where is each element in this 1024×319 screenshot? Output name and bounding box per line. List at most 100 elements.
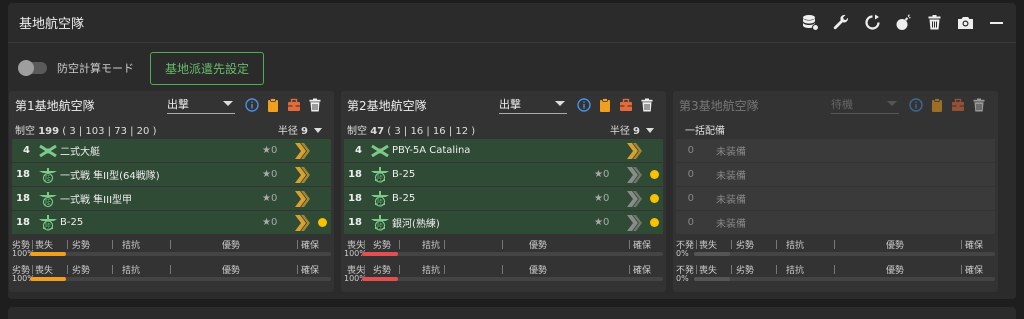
air-state-label: 劣勢: [736, 241, 755, 251]
squadron-slot[interactable]: 0 未装備: [676, 211, 995, 234]
svg-text:陸: 陸: [45, 198, 51, 206]
tick: [731, 265, 732, 274]
tick: [834, 265, 835, 274]
squadron-slot[interactable]: 18 陸 B-25 ★0: [344, 187, 663, 210]
skill-chevron-icon[interactable]: [624, 142, 644, 160]
plane-name[interactable]: 二式大艇: [60, 143, 262, 158]
refresh-icon[interactable]: [864, 14, 881, 31]
tick: [170, 240, 171, 249]
radius-value: 9: [633, 125, 640, 137]
air-state-fill: [694, 252, 731, 256]
air-state-fill: [362, 252, 399, 256]
fatigue-dot: [650, 218, 659, 227]
bulk-equip-link[interactable]: 一括配備: [685, 122, 992, 137]
air-state-label: 喪失: [699, 241, 718, 251]
proficiency-star[interactable]: ★0: [262, 145, 292, 156]
plane-name[interactable]: B-25: [60, 217, 262, 228]
plane-name[interactable]: 未装備: [702, 191, 995, 206]
info-icon[interactable]: [909, 98, 923, 112]
squadron-slot[interactable]: 0 未装備: [676, 187, 995, 210]
trash-icon[interactable]: [640, 98, 654, 112]
air-state-scale: 不発 喪失 劣勢 拮抗 優勢 確保: [676, 263, 995, 276]
squadron-slot[interactable]: 4 二式大艇 ★0: [12, 139, 331, 162]
air-state-label: 優勢: [222, 241, 241, 251]
tick: [776, 240, 777, 249]
toolbox-icon[interactable]: [951, 98, 965, 112]
proficiency-star[interactable]: ★0: [262, 169, 292, 180]
clipboard-icon[interactable]: [930, 98, 944, 112]
squadron-slot[interactable]: 18 陸 B-25 ★0: [12, 211, 331, 234]
mode-select[interactable]: 待機: [831, 96, 899, 114]
next-panel-edge: [8, 307, 1016, 319]
air-state-fill: [30, 277, 67, 281]
skill-chevron-icon[interactable]: [624, 214, 644, 232]
slot-count: 18: [16, 169, 30, 180]
anti-air-mode-toggle[interactable]: [18, 60, 47, 76]
air-state-bar: 不発 喪失 劣勢 拮抗 優勢 確保 0%: [676, 238, 995, 260]
squadron-slot[interactable]: 18 陸 銀河(熟練) ★0: [344, 211, 663, 234]
tick: [112, 265, 113, 274]
squadron-slot[interactable]: 4 PBY-5A Catalina: [344, 139, 663, 162]
proficiency-star[interactable]: ★0: [262, 193, 292, 204]
squadron-slot[interactable]: 18 陸 一式戦 隼III型甲 ★0: [12, 187, 331, 210]
database-icon[interactable]: [802, 14, 819, 31]
air-state-label: 劣勢: [72, 266, 91, 276]
squadron-slot[interactable]: 0 未装備: [676, 139, 995, 162]
skill-chevron-icon[interactable]: [624, 166, 644, 184]
proficiency-star[interactable]: ★0: [594, 217, 624, 228]
radius[interactable]: 半径 9: [278, 122, 322, 137]
proficiency-star[interactable]: ★0: [594, 169, 624, 180]
clipboard-icon[interactable]: [598, 98, 612, 112]
proficiency-star[interactable]: ★0: [262, 217, 292, 228]
squadron-slot[interactable]: 0 未装備: [676, 163, 995, 186]
radius[interactable]: 半径 9: [610, 122, 654, 137]
svg-text:陸: 陸: [45, 222, 51, 230]
plane-name[interactable]: 未装備: [702, 215, 995, 230]
plane-name[interactable]: B-25: [392, 169, 594, 180]
plane-name[interactable]: 一式戦 隼III型甲: [60, 191, 262, 206]
skill-chevron-icon[interactable]: [624, 190, 644, 208]
tick: [399, 240, 400, 249]
slot-count: 0: [687, 169, 694, 180]
trash-icon[interactable]: [308, 98, 322, 112]
air-state-label: 拮抗: [786, 266, 805, 276]
camera-icon[interactable]: [957, 14, 974, 31]
air-state-percent: 0%: [676, 274, 689, 283]
flying-boat-icon: [38, 142, 58, 160]
plane-name[interactable]: 一式戦 隼II型(64戦隊): [60, 167, 262, 182]
radius-value: 9: [301, 125, 308, 137]
tick: [399, 265, 400, 274]
minimize-icon[interactable]: [988, 14, 1005, 31]
trash-icon[interactable]: [926, 14, 943, 31]
bomb-icon[interactable]: [895, 14, 912, 31]
mode-select[interactable]: 出撃: [167, 96, 235, 114]
plane-name[interactable]: 未装備: [702, 143, 995, 158]
fatigue-dot: [650, 194, 659, 203]
trash-icon[interactable]: [972, 98, 986, 112]
skill-chevron-icon[interactable]: [292, 214, 312, 232]
toolbox-icon[interactable]: [619, 98, 633, 112]
bomber-icon: 陸: [370, 190, 390, 208]
squadron-slot[interactable]: 18 陸 一式戦 隼II型(64戦隊) ★0: [12, 163, 331, 186]
skill-chevron-icon[interactable]: [292, 166, 312, 184]
plane-name[interactable]: 銀河(熟練): [392, 215, 594, 230]
air-power-value: 47: [370, 125, 385, 137]
info-icon[interactable]: [577, 98, 591, 112]
air-state-track: [362, 252, 663, 256]
wrench-icon[interactable]: [833, 14, 850, 31]
dispatch-destination-button[interactable]: 基地派遣先設定: [150, 51, 265, 85]
plane-name[interactable]: PBY-5A Catalina: [392, 145, 594, 156]
air-state-label: 劣勢: [373, 241, 392, 251]
clipboard-icon[interactable]: [266, 98, 280, 112]
plane-name[interactable]: 未装備: [702, 167, 995, 182]
info-icon[interactable]: [245, 98, 259, 112]
mode-select[interactable]: 出撃: [499, 96, 567, 114]
squadron-slot[interactable]: 18 陸 B-25 ★0: [344, 163, 663, 186]
tick: [961, 265, 962, 274]
skill-chevron-icon[interactable]: [292, 190, 312, 208]
proficiency-star[interactable]: ★0: [594, 193, 624, 204]
plane-name[interactable]: B-25: [392, 193, 594, 204]
air-state-bars: 劣勢 喪失 劣勢 拮抗 優勢 確保 100% 劣勢 喪失 劣勢 拮抗 優勢 確保 100%: [9, 238, 334, 285]
toolbox-icon[interactable]: [287, 98, 301, 112]
skill-chevron-icon[interactable]: [292, 142, 312, 160]
